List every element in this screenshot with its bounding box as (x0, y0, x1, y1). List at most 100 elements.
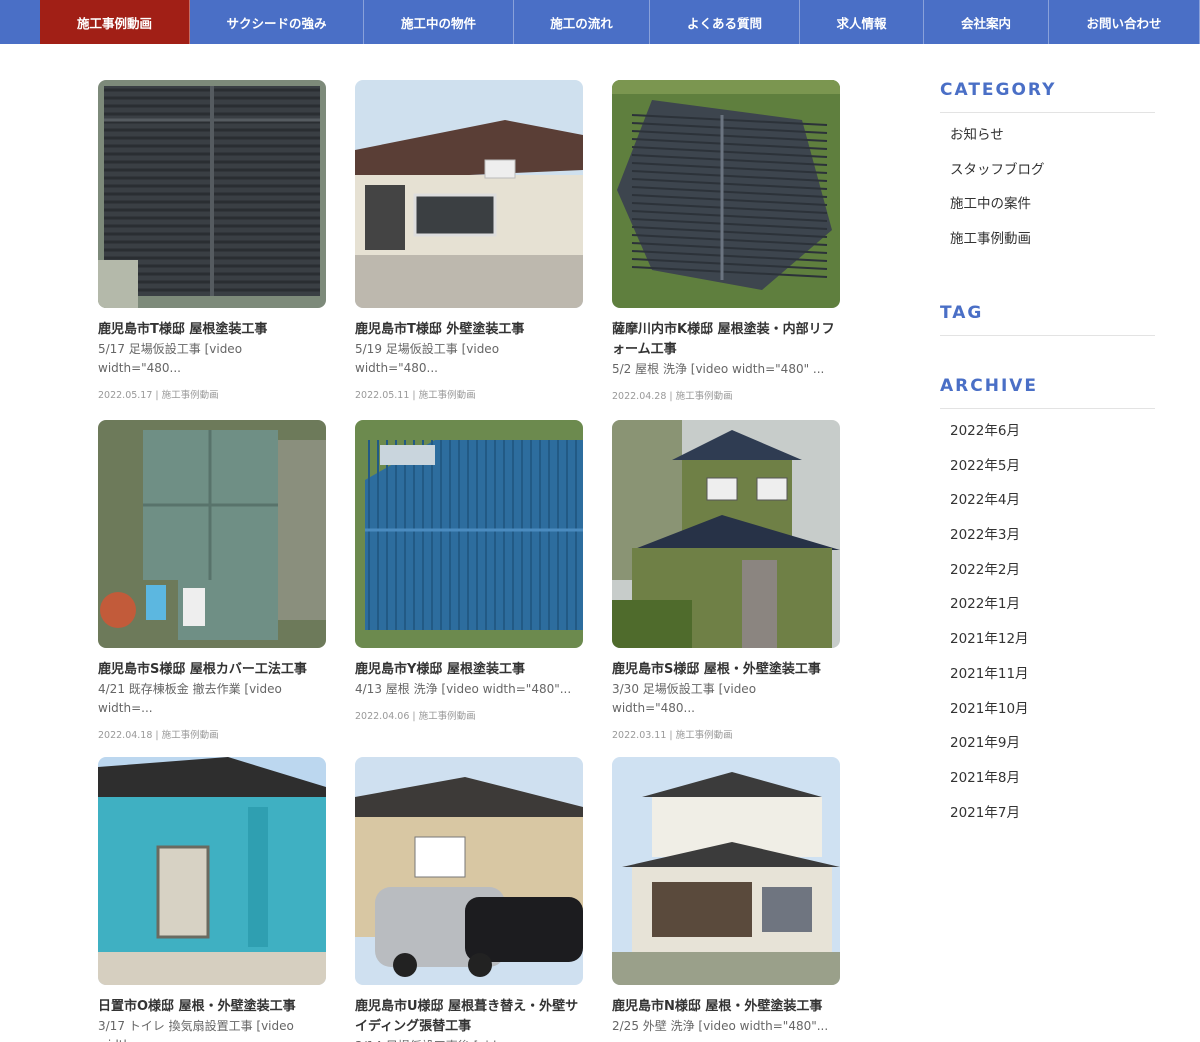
nav-item-6[interactable]: 会社案内 (924, 0, 1049, 44)
archive-link[interactable]: 2022年6月 (950, 419, 1155, 454)
archive-link[interactable]: 2022年2月 (950, 558, 1155, 593)
post-title[interactable]: 鹿児島市S様邸 屋根・外壁塗装工事 (612, 660, 840, 680)
post-thumbnail-image (98, 420, 326, 648)
post-excerpt: 5/19 足場仮設工事 [video width="480... (355, 342, 500, 375)
post-excerpt: 2/25 外壁 洗浄 [video width="480"... (612, 1019, 829, 1033)
post-category-link[interactable]: 施工事例動画 (676, 730, 733, 741)
meta-separator: | (152, 730, 162, 741)
post-thumbnail[interactable] (612, 420, 840, 648)
post-card[interactable]: 鹿児島市S様邸 屋根・外壁塗装工事 3/30 足場仮設工事 [video widt… (612, 420, 840, 757)
post-thumbnail[interactable] (612, 80, 840, 308)
post-meta: 2022.05.17 | 施工事例動画 (98, 387, 326, 401)
category-link[interactable]: 施工事例動画 (950, 227, 1155, 262)
post-category-link[interactable]: 施工事例動画 (162, 390, 219, 401)
post-thumbnail[interactable] (355, 80, 583, 308)
meta-separator: | (409, 711, 419, 722)
nav-item-3[interactable]: 施工の流れ (514, 0, 650, 44)
post-date: 2022.04.28 (612, 391, 667, 402)
post-thumbnail[interactable] (355, 757, 583, 985)
post-title[interactable]: 薩摩川内市K様邸 屋根塗装・内部リフォーム工事 (612, 320, 840, 360)
post-card[interactable]: 鹿児島市S様邸 屋根カバー工法工事 4/21 既存棟板金 撤去作業 [video … (98, 420, 326, 757)
post-card[interactable]: 薩摩川内市K様邸 屋根塗装・内部リフォーム工事 5/2 屋根 洗浄 [video … (612, 80, 840, 420)
category-link[interactable]: お知らせ (950, 123, 1155, 158)
nav-item-2[interactable]: 施工中の物件 (364, 0, 514, 44)
post-thumbnail-image (355, 80, 583, 308)
post-meta: 2022.03.11 | 施工事例動画 (612, 727, 840, 741)
main-nav: 施工事例動画 サクシードの強み 施工中の物件 施工の流れ よくある質問 求人情報 会社案内お… (0, 0, 1200, 44)
archive-link[interactable]: 2022年3月 (950, 523, 1155, 558)
archive-link[interactable]: 2021年12月 (950, 627, 1155, 662)
post-thumbnail[interactable] (98, 757, 326, 985)
post-card[interactable]: 鹿児島市T様邸 屋根塗装工事 5/17 足場仮設工事 [video width="… (98, 80, 326, 420)
post-card[interactable]: 鹿児島市U様邸 屋根葺き替え・外壁サイディング張替工事3/14 足場仮設工事後 … (355, 757, 583, 1042)
meta-separator: | (152, 390, 162, 401)
post-date: 2022.04.18 (98, 730, 153, 741)
post-title[interactable]: 鹿児島市Y様邸 屋根塗装工事 (355, 660, 583, 680)
category-heading: CATEGORY (940, 80, 1155, 113)
archive-link[interactable]: 2021年8月 (950, 766, 1155, 801)
archive-link[interactable]: 2022年4月 (950, 488, 1155, 523)
post-excerpt: 5/17 足場仮設工事 [video width="480... (98, 342, 243, 375)
archive-link[interactable]: 2021年7月 (950, 801, 1155, 836)
post-excerpt: 4/21 既存棟板金 撤去作業 [video width=... (98, 682, 282, 715)
category-link[interactable]: スタッフブログ (950, 158, 1155, 193)
post-category-link[interactable]: 施工事例動画 (419, 711, 476, 722)
archive-heading: ARCHIVE (940, 376, 1155, 409)
post-thumbnail[interactable] (98, 420, 326, 648)
nav-item-0[interactable]: 施工事例動画 (40, 0, 190, 44)
post-title[interactable]: 鹿児島市S様邸 屋根カバー工法工事 (98, 660, 326, 680)
category-list: お知らせ スタッフブログ 施工中の案件 施工事例動画 (940, 113, 1155, 283)
post-title[interactable]: 鹿児島市U様邸 屋根葺き替え・外壁サイディング張替工事 (355, 997, 583, 1037)
post-excerpt: 5/2 屋根 洗浄 [video width="480" ... (612, 362, 825, 376)
meta-separator: | (666, 730, 676, 741)
post-date: 2022.05.11 (355, 390, 410, 401)
post-card[interactable]: 鹿児島市T様邸 外壁塗装工事 5/19 足場仮設工事 [video width="… (355, 80, 583, 420)
post-category-link[interactable]: 施工事例動画 (676, 391, 733, 402)
archive-link[interactable]: 2022年5月 (950, 454, 1155, 489)
post-excerpt: 3/17 トイレ 換気扇設置工事 [video width... (98, 1019, 294, 1042)
post-title[interactable]: 日置市O様邸 屋根・外壁塗装工事 (98, 997, 326, 1017)
nav-item-5[interactable]: 求人情報 (800, 0, 924, 44)
post-thumbnail[interactable] (355, 420, 583, 648)
post-thumbnail[interactable] (612, 757, 840, 985)
post-thumbnail-image (612, 757, 840, 985)
post-meta: 2022.04.28 | 施工事例動画 (612, 388, 840, 402)
category-link[interactable]: 施工中の案件 (950, 192, 1155, 227)
post-date: 2022.04.06 (355, 711, 410, 722)
post-meta: 2022.05.11 | 施工事例動画 (355, 387, 583, 401)
archive-link[interactable]: 2021年10月 (950, 697, 1155, 732)
post-thumbnail[interactable] (98, 80, 326, 308)
post-meta: 2022.04.06 | 施工事例動画 (355, 708, 583, 722)
nav-item-7[interactable]: お問い合わせ (1049, 0, 1200, 44)
post-date: 2022.05.17 (98, 390, 153, 401)
meta-separator: | (666, 391, 676, 402)
post-thumbnail-image (98, 80, 326, 308)
post-title[interactable]: 鹿児島市T様邸 外壁塗装工事 (355, 320, 583, 340)
post-category-link[interactable]: 施工事例動画 (419, 390, 476, 401)
archive-link[interactable]: 2021年11月 (950, 662, 1155, 697)
post-excerpt: 4/13 屋根 洗浄 [video width="480"... (355, 682, 572, 696)
post-card[interactable]: 鹿児島市Y様邸 屋根塗装工事 4/13 屋根 洗浄 [video width="4… (355, 420, 583, 757)
archive-link[interactable]: 2022年1月 (950, 592, 1155, 627)
post-thumbnail-image (355, 420, 583, 648)
nav-item-4[interactable]: よくある質問 (650, 0, 800, 44)
post-card[interactable]: 日置市O様邸 屋根・外壁塗装工事 3/17 トイレ 換気扇設置工事 [video … (98, 757, 326, 1042)
post-grid: 鹿児島市T様邸 屋根塗装工事 5/17 足場仮設工事 [video width="… (98, 80, 840, 1042)
tag-heading: TAG (940, 303, 1155, 336)
post-thumbnail-image (98, 757, 326, 985)
post-thumbnail-image (612, 80, 840, 308)
post-category-link[interactable]: 施工事例動画 (162, 730, 219, 741)
nav-lead-spacer (0, 0, 40, 44)
post-date: 2022.03.11 (612, 730, 667, 741)
sidebar: CATEGORY お知らせ スタッフブログ 施工中の案件 施工事例動画 TAG ARC… (940, 80, 1155, 835)
post-title[interactable]: 鹿児島市N様邸 屋根・外壁塗装工事 (612, 997, 840, 1017)
post-thumbnail-image (612, 420, 840, 648)
post-card[interactable]: 鹿児島市N様邸 屋根・外壁塗装工事 2/25 外壁 洗浄 [video width… (612, 757, 840, 1042)
archive-link[interactable]: 2021年9月 (950, 731, 1155, 766)
post-title[interactable]: 鹿児島市T様邸 屋根塗装工事 (98, 320, 326, 340)
nav-item-1[interactable]: サクシードの強み (190, 0, 364, 44)
post-meta: 2022.04.18 | 施工事例動画 (98, 727, 326, 741)
post-thumbnail-image (355, 757, 583, 985)
archive-list: 2022年6月 2022年5月 2022年4月 2022年3月 2022年2月 2022年… (940, 409, 1155, 835)
post-excerpt: 3/14 足場仮設工事後 [video poster="h... (355, 1037, 583, 1042)
